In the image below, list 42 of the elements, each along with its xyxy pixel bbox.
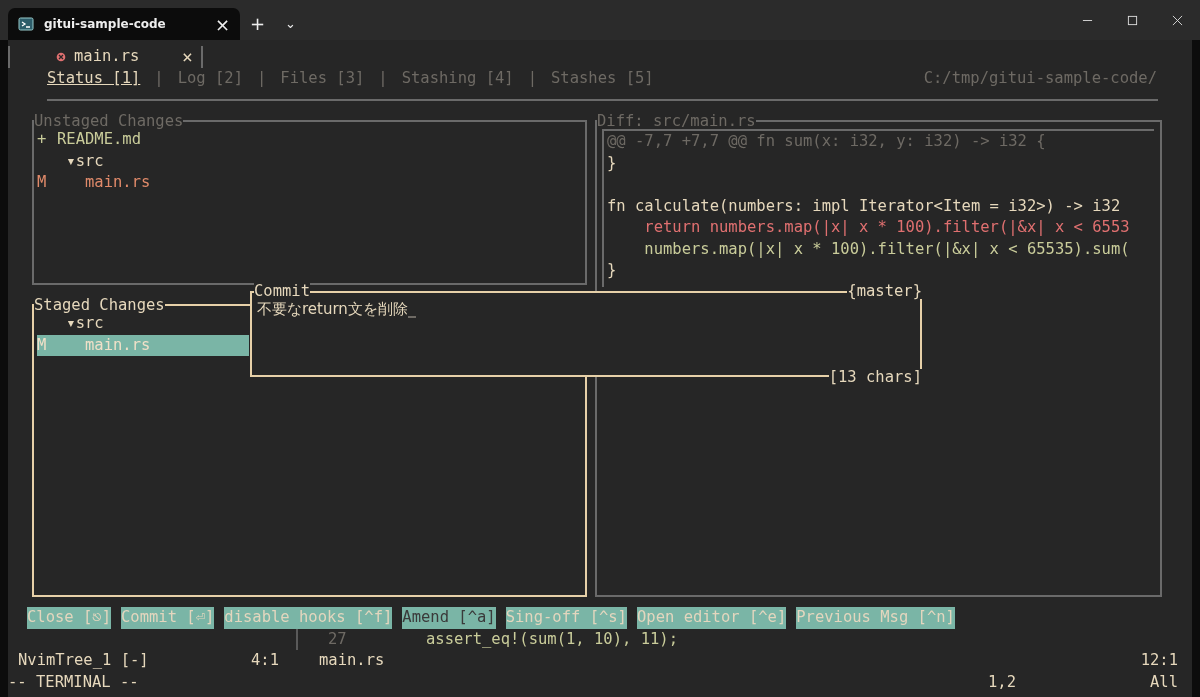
file-row[interactable]: M main.rs [37,172,249,194]
diff-line: return numbers.map(|x| x * 100).filter(|&x| x < 6553 [643,217,1131,238]
editor-tab-close[interactable]: × [182,46,193,68]
panel-title: Staged Changes [34,297,165,313]
diff-line: } [607,152,618,174]
code-text: assert_eq!(sum(1, 10), 11); [426,628,678,650]
tab-separator: | [257,68,267,89]
file-name: main.rs [319,650,385,671]
file-row[interactable]: ▾src [37,313,249,335]
dialog-title: Commit [254,283,310,299]
line-number: 27 [328,628,348,650]
tab-separator: | [527,68,537,89]
editor-tab[interactable]: main.rs [74,46,182,68]
branch-label: {master} [847,283,922,299]
terminal-icon [18,16,34,32]
cursor-position: 4:1 [251,650,280,671]
diff-line: @@ -7,7 +7,7 @@ fn sum(x: i32, y: i32) -> i32 { [607,131,1047,152]
new-tab-button[interactable]: + [240,8,276,40]
cursor-position: 1,2 [988,671,1016,693]
repo-path: C:/tmp/gitui-sample-code/ [923,68,1157,89]
file-row[interactable]: + README.md [37,129,249,151]
tab-menu-button[interactable]: ⌄ [275,8,306,40]
tab-separator: | [154,68,164,89]
tab-title[interactable]: gitui-sample-code [44,17,205,31]
tab-separator: | [378,68,388,89]
buffer-name: NvimTree_1 [-] [18,650,150,671]
tab[interactable]: Status [1] [47,68,141,90]
scroll-indicator: All [1150,671,1178,693]
tab-close-button[interactable]: × [214,13,230,35]
cursor-position: 12:1 [1140,650,1178,671]
diff-line: numbers.map(|x| x * 100).filter(|&x| x < 65535).sum( [643,238,1131,260]
command-hint[interactable]: Amend [^a] [402,607,496,629]
panel-title: Unstaged Changes [34,113,184,129]
error-icon [56,52,66,62]
diff-line: fn calculate(numbers: impl Iterator<Item = i32>) -> i32 [607,195,1122,217]
close-icon[interactable] [1172,15,1183,26]
mode-indicator: -- TERMINAL -- [8,671,139,693]
diff-line: } [607,260,618,281]
char-count: [13 chars] [828,369,922,385]
file-row[interactable]: ▾src [37,150,249,172]
maximize-icon[interactable] [1127,15,1138,26]
panel-title: Diff: src/main.rs [597,113,756,129]
